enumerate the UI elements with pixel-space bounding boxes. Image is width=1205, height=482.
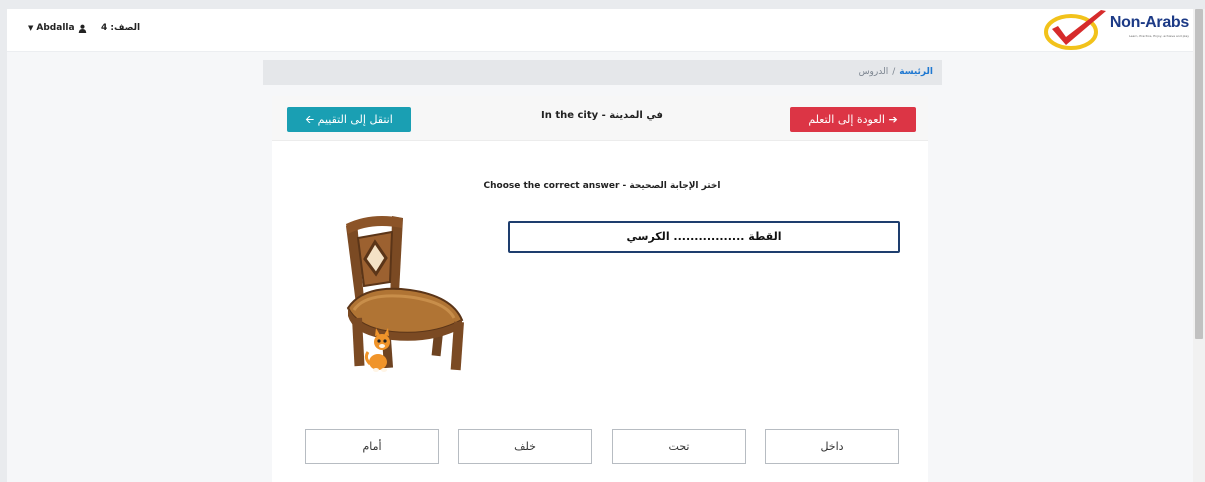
answer-option-under[interactable]: تحت xyxy=(612,429,746,464)
arrow-left-icon: 🡨 xyxy=(305,113,315,126)
app-window: ▼ Abdalla الصف: 4 Non-Arabs Learn, Pract… xyxy=(7,9,1193,482)
lesson-title: في المدينة - In the city xyxy=(541,110,663,121)
logo-tagline: Learn, Practice, Enjoy, achieve and play xyxy=(1129,34,1189,38)
chair-with-cat-image xyxy=(324,214,478,380)
lesson-card-header: انتقل إلى التقييم 🡨 في المدينة - In the … xyxy=(272,96,928,141)
lesson-card: انتقل إلى التقييم 🡨 في المدينة - In the … xyxy=(272,96,928,482)
exercise-instruction: اختر الإجابة الصحيحة - Choose the correc… xyxy=(483,181,721,191)
answer-option-front[interactable]: أمام xyxy=(305,429,439,464)
checkmark-logo-icon xyxy=(1044,10,1106,50)
assessment-button-label: انتقل إلى التقييم xyxy=(317,113,393,126)
scrollbar-thumb[interactable] xyxy=(1195,9,1203,339)
back-button-label: العودة إلى التعلم xyxy=(808,113,885,126)
caret-down-icon: ▼ xyxy=(28,24,34,32)
arrow-right-icon: ➔ xyxy=(888,113,898,126)
user-name: Abdalla xyxy=(36,23,75,33)
site-logo[interactable]: Non-Arabs Learn, Practice, Enjoy, achiev… xyxy=(1038,9,1193,52)
breadcrumb-current: الدروس xyxy=(858,67,889,77)
breadcrumb-home-link[interactable]: الرئيسة xyxy=(899,67,933,77)
answer-option-inside[interactable]: داخل xyxy=(765,429,899,464)
question-sentence-box: القطة ................. الكرسي xyxy=(508,221,900,253)
back-to-learning-button[interactable]: ➔ العودة إلى التعلم xyxy=(790,107,916,132)
grade-label: الصف: 4 xyxy=(101,23,141,33)
top-navbar: ▼ Abdalla الصف: 4 Non-Arabs Learn, Pract… xyxy=(7,9,1193,52)
breadcrumb: الرئيسة/الدروس xyxy=(263,60,942,85)
user-menu-dropdown[interactable]: ▼ Abdalla xyxy=(28,23,87,33)
logo-text: Non-Arabs xyxy=(1109,14,1189,31)
breadcrumb-separator: / xyxy=(892,67,896,77)
go-to-assessment-button[interactable]: انتقل إلى التقييم 🡨 xyxy=(287,107,411,132)
user-icon xyxy=(78,24,86,33)
answer-option-behind[interactable]: خلف xyxy=(458,429,592,464)
page-scrollbar[interactable] xyxy=(1193,9,1205,482)
